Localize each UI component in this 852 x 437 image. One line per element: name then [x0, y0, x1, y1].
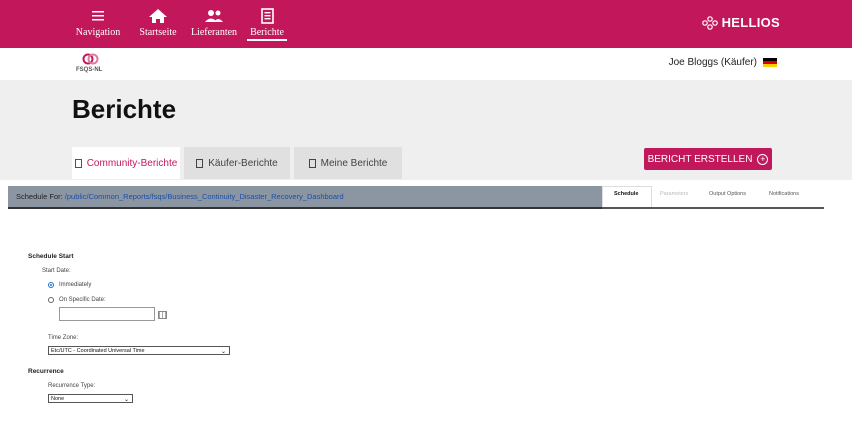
tab-buyer-reports[interactable]: Käufer-Berichte — [184, 147, 290, 179]
user-name: Joe Bloggs (Käufer) — [668, 57, 757, 68]
immediately-label: Immediately — [59, 282, 92, 288]
nav-reports[interactable]: Berichte — [247, 0, 287, 48]
nav-suppliers[interactable]: Lieferanten — [187, 0, 241, 48]
top-nav-bar: Navigation Startseite Lieferanten Berich… — [0, 0, 852, 48]
chevron-down-icon: ⌄ — [123, 397, 129, 403]
user-menu[interactable]: Joe Bloggs (Käufer) — [669, 57, 777, 68]
brand-name: HELLIOS — [721, 15, 780, 30]
subtab-output-options[interactable]: Output Options — [709, 191, 746, 197]
subtab-schedule[interactable]: Schedule — [614, 191, 638, 197]
home-icon — [149, 9, 167, 23]
timezone-select[interactable]: Etc/UTC - Coordinated Universal Time ⌄ — [48, 346, 230, 355]
nav-home[interactable]: Startseite — [134, 0, 182, 48]
tab-label: Meine Berichte — [320, 157, 388, 169]
create-report-label: BERICHT ERSTELLEN — [647, 153, 753, 165]
nav-label: Startseite — [139, 27, 177, 38]
subtab-parameters[interactable]: Parameters — [660, 191, 688, 197]
german-flag-icon — [763, 58, 777, 67]
schedule-subtabs: Schedule Parameters Output Options Notif… — [602, 186, 824, 209]
report-path-link[interactable]: /public/Common_Reports/fsqs/Business_Con… — [65, 192, 344, 201]
document-icon — [74, 158, 82, 168]
tab-community-reports[interactable]: Community-Berichte — [72, 147, 180, 179]
plus-circle-icon: + — [757, 153, 769, 165]
recurrence-heading: Recurrence — [28, 368, 64, 375]
nav-label: Berichte — [247, 27, 287, 41]
calendar-icon[interactable] — [158, 311, 167, 319]
brand-logo[interactable]: HELLIOS — [701, 15, 780, 30]
recurrence-type-label: Recurrence Type: — [48, 383, 96, 389]
nav-label: Lieferanten — [190, 27, 238, 38]
schedule-for-bar: Schedule For: /public/Common_Reports/fsq… — [8, 186, 602, 209]
schedule-for-label: Schedule For: — [16, 192, 63, 201]
people-icon — [205, 10, 223, 22]
report-icon — [261, 8, 274, 24]
radio-specific-date[interactable] — [48, 297, 54, 303]
schedule-start-heading: Schedule Start — [28, 253, 74, 260]
fsqs-logo-icon — [82, 53, 99, 65]
logo-text: FSQS-NL — [76, 67, 103, 73]
nav-label: Navigation — [75, 27, 121, 38]
brand-mark-icon — [701, 15, 718, 30]
tab-label: Community-Berichte — [86, 157, 178, 169]
create-report-button[interactable]: BERICHT ERSTELLEN + — [644, 148, 772, 170]
timezone-value: Etc/UTC - Coordinated Universal Time — [51, 348, 145, 354]
timezone-label: Time Zone: — [48, 335, 79, 341]
date-input[interactable] — [59, 307, 155, 321]
subtab-notifications[interactable]: Notifications — [769, 191, 799, 197]
start-date-label: Start Date: — [42, 268, 71, 274]
hamburger-icon — [92, 11, 104, 21]
company-logo: FSQS-NL — [76, 53, 106, 77]
chevron-down-icon: ⌄ — [220, 349, 226, 355]
document-icon — [196, 158, 204, 168]
recurrence-value: None — [51, 396, 65, 402]
page-title: Berichte — [72, 94, 177, 124]
tab-label: Käufer-Berichte — [208, 157, 278, 169]
recurrence-type-select[interactable]: None ⌄ — [48, 394, 133, 403]
user-header: FSQS-NL Joe Bloggs (Käufer) — [0, 48, 852, 80]
radio-immediately[interactable] — [48, 282, 54, 288]
specific-date-label: On Specific Date: — [59, 297, 106, 303]
nav-navigation[interactable]: Navigation — [72, 0, 124, 48]
document-icon — [308, 158, 316, 168]
tab-my-reports[interactable]: Meine Berichte — [294, 147, 402, 179]
